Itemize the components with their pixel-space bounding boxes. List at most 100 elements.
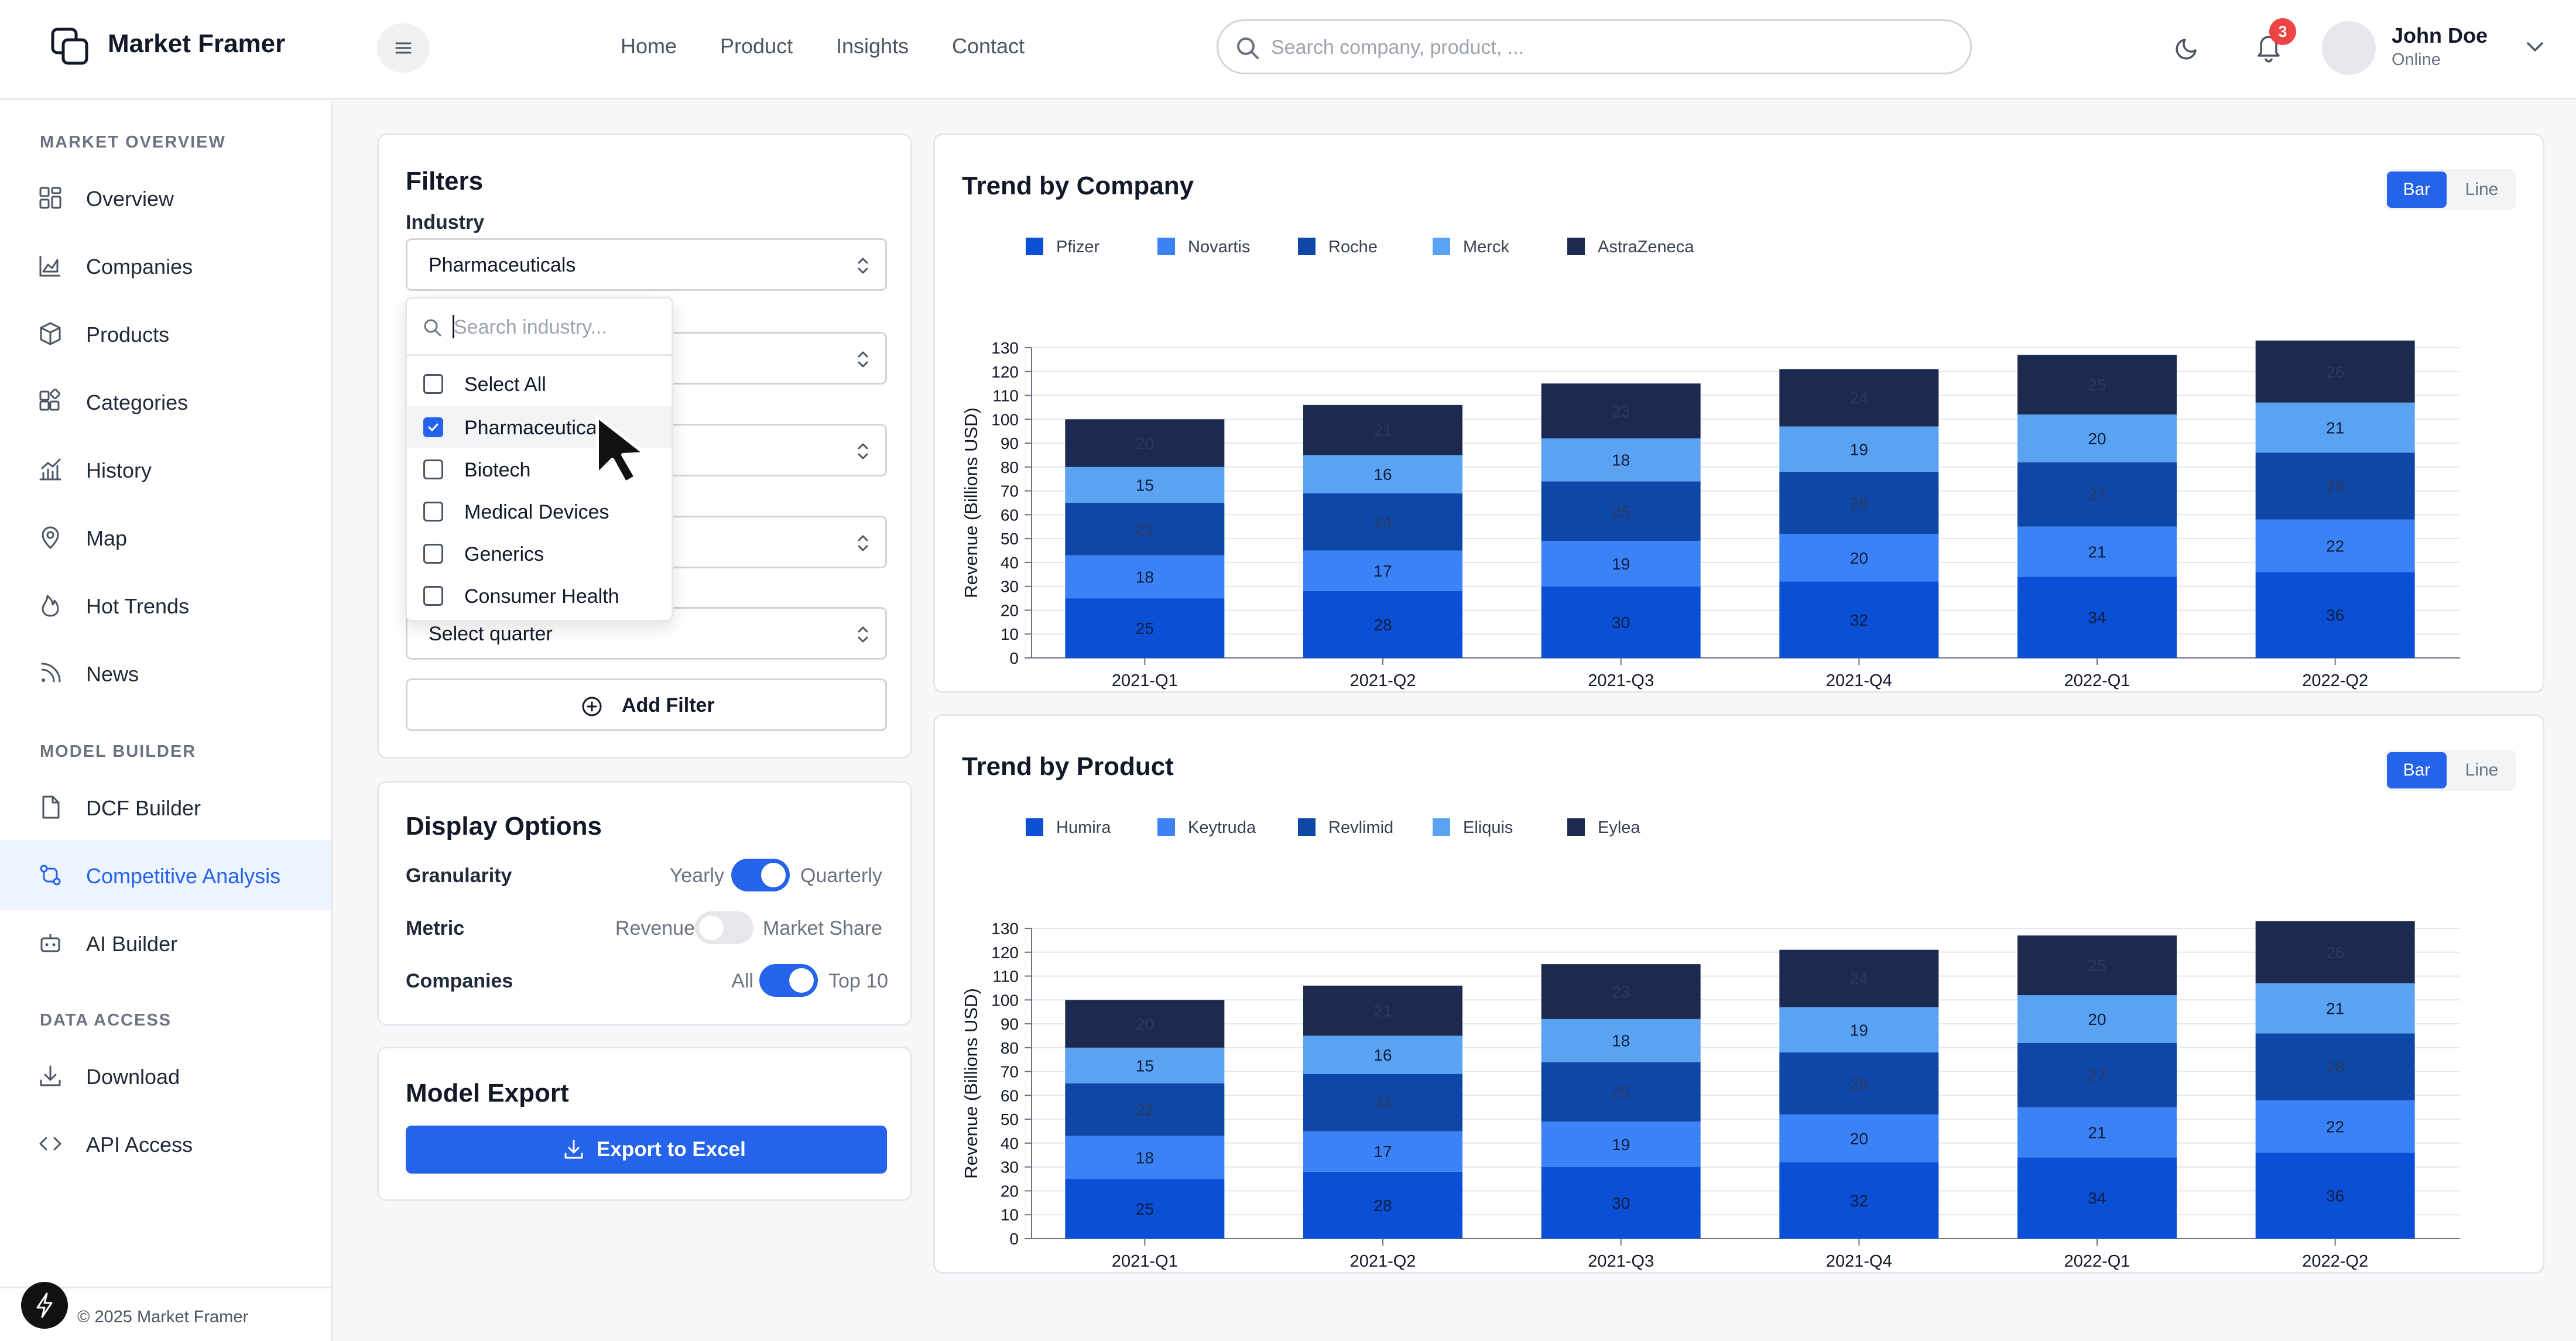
bar-value-label: 26 [2326,944,2344,962]
y-tick-label: 0 [1009,1230,1019,1248]
checkbox[interactable] [423,417,443,437]
bar-value-label: 20 [1136,434,1154,452]
sidebar-item-label: API Access [86,1133,193,1157]
option-medical-devices[interactable]: Medical Devices [407,491,672,533]
legend-label: Keytruda [1188,818,1256,837]
toggle-knob [761,863,786,887]
bar-value-label: 24 [1850,389,1868,407]
bar-value-label: 21 [1373,1002,1392,1020]
sidebar-item-companies[interactable]: Companies [0,231,331,301]
sidebar-item-label: Categories [86,390,189,414]
compare-icon [40,865,61,886]
nav-home[interactable]: Home [621,34,677,59]
bar-value-label: 32 [1850,1192,1868,1210]
logo-icon [51,28,88,65]
granularity-toggle[interactable] [731,859,790,891]
download-icon [564,1140,583,1159]
sidebar-item-download[interactable]: Download [0,1041,331,1111]
line-toggle-button[interactable]: Line [2450,752,2513,788]
dropdown-search-input[interactable]: Search industry... [407,299,672,356]
sidebar-item-label: Hot Trends [86,594,190,618]
bar-value-label: 30 [1612,613,1630,632]
metric-toggle[interactable] [695,911,753,944]
y-tick-label: 70 [1001,482,1019,500]
bar-toggle-button[interactable]: Bar [2387,172,2447,208]
y-tick-label: 80 [1001,1039,1019,1057]
moon-icon[interactable] [2173,33,2202,62]
y-tick-label: 60 [1001,1086,1019,1105]
sidebar-item-history[interactable]: History [0,434,331,505]
nav-insights[interactable]: Insights [836,34,909,59]
sidebar-item-dcf-builder[interactable]: DCF Builder [0,772,331,842]
user-status: Online [2392,50,2441,69]
chevrons-up-down-icon [858,351,868,368]
bar-value-label: 25 [1136,619,1154,637]
sidebar-item-ai-builder[interactable]: AI Builder [0,908,331,978]
user-name: John Doe [2392,23,2488,47]
search-icon [1237,37,1259,59]
avatar[interactable] [2322,21,2376,75]
bar-value-label: 18 [1612,451,1630,469]
nav-contact[interactable]: Contact [952,34,1025,59]
export-to-excel-button[interactable]: Export to Excel [406,1126,887,1174]
sidebar-item-competitive-analysis[interactable]: Competitive Analysis [0,840,331,910]
checkbox[interactable] [423,374,443,394]
search-input[interactable]: Search company, product, ... [1217,19,1972,74]
bar-value-label: 19 [1612,1136,1630,1154]
chevron-down-icon[interactable] [2523,36,2547,57]
bar-value-label: 21 [2326,1000,2344,1018]
bar-toggle-button[interactable]: Bar [2387,752,2447,788]
x-tick-label: 2021-Q2 [1350,671,1416,690]
option-consumer-health[interactable]: Consumer Health [407,575,672,617]
mouse-cursor [595,414,647,485]
sidebar-item-overview[interactable]: Overview [0,163,331,233]
checkbox[interactable] [423,544,443,564]
line-toggle-button[interactable]: Line [2450,172,2513,208]
chart-type-toggle: Bar Line [2385,750,2516,791]
section-data-access: DATA ACCESS [40,1011,172,1030]
companies-toggle[interactable] [759,964,818,997]
bar-value-label: 24 [1373,513,1392,531]
option-label: Medical Devices [464,501,609,523]
grid-icon [39,187,61,209]
hamburger-icon [395,42,412,54]
x-tick-label: 2021-Q4 [1826,671,1892,690]
bar-value-label: 19 [1850,440,1868,458]
add-filter-button[interactable]: Add Filter [406,678,887,731]
y-tick-label: 110 [992,968,1019,986]
checkbox[interactable] [423,502,443,522]
sidebar-item-hot-trends[interactable]: Hot Trends [0,570,331,640]
y-axis-label: Revenue (Billions USD) [961,988,981,1179]
nav-product[interactable]: Product [720,34,793,59]
code-icon [39,1137,61,1151]
option-generics[interactable]: Generics [407,533,672,575]
sidebar-item-api-access[interactable]: API Access [0,1109,331,1179]
legend-swatch [1567,818,1585,836]
bolt-button[interactable] [21,1282,68,1329]
chevrons-up-down-icon [858,443,868,459]
sidebar-item-label: Map [86,526,128,550]
sidebar-item-products[interactable]: Products [0,299,331,369]
industry-select[interactable]: Pharmaceuticals [406,238,887,291]
plus-circle-icon [582,697,602,716]
section-model-builder: MODEL BUILDER [40,742,197,761]
bar-value-label: 25 [1612,1083,1630,1101]
sidebar-item-categories[interactable]: Categories [0,366,331,437]
menu-toggle-button[interactable] [377,23,430,73]
sidebar-item-map[interactable]: Map [0,502,331,572]
sidebar-item-news[interactable]: News [0,638,331,708]
option-select-all[interactable]: Select All [407,363,672,405]
area-chart-icon [39,256,60,277]
checkbox[interactable] [423,459,443,479]
trend-by-company-card: Trend by Company Bar Line Pfizer Novartis… [933,133,2544,693]
bar-value-label: 20 [2088,1010,2106,1028]
y-tick-label: 40 [1001,1134,1019,1153]
option-label: Select All [464,373,546,396]
dropdown-search-placeholder: Search industry... [454,316,608,338]
rss-icon [41,663,61,682]
checkbox[interactable] [423,586,443,606]
legend-label: Eliquis [1463,818,1513,837]
y-tick-label: 80 [1001,458,1019,476]
bar-value-label: 26 [1850,494,1868,512]
legend-label: Pfizer [1056,238,1099,256]
